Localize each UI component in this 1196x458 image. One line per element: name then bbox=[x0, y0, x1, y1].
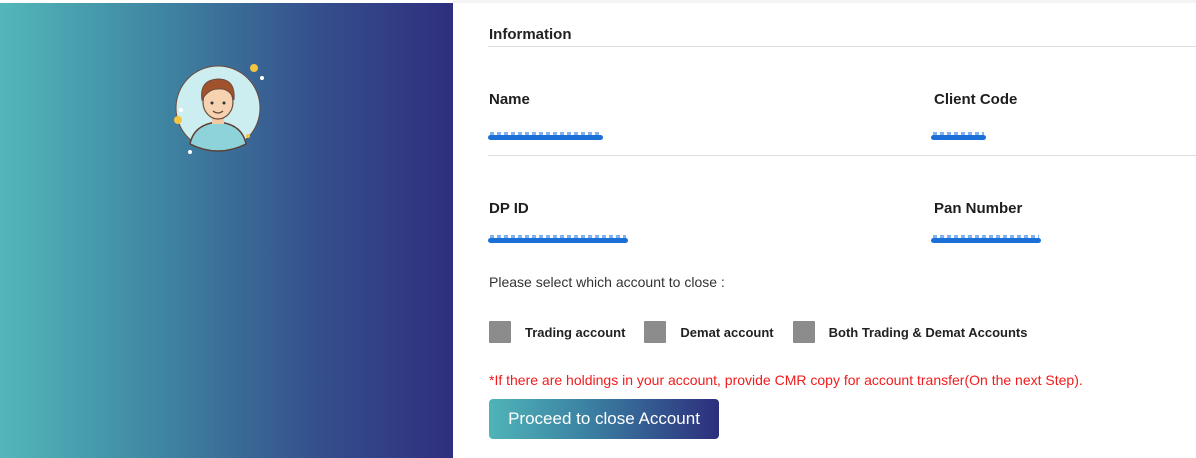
name-label: Name bbox=[489, 91, 530, 108]
client-code-value-redacted bbox=[931, 132, 986, 140]
both-accounts-label: Both Trading & Demat Accounts bbox=[828, 324, 1028, 340]
trading-account-checkbox[interactable] bbox=[489, 321, 511, 343]
user-avatar-icon bbox=[174, 64, 264, 154]
pan-number-value-redacted bbox=[931, 235, 1041, 243]
name-value-redacted bbox=[488, 132, 603, 140]
cmr-warning: *If there are holdings in your account, … bbox=[489, 372, 1083, 388]
profile-sidebar bbox=[0, 3, 453, 458]
information-panel: Information Name Client Code DP ID Pan N… bbox=[488, 0, 1196, 458]
dp-id-label: DP ID bbox=[489, 200, 529, 217]
trading-account-label: Trading account bbox=[525, 324, 626, 340]
section-divider bbox=[488, 46, 1196, 47]
section-title: Information bbox=[489, 26, 572, 43]
proceed-close-account-button[interactable]: Proceed to close Account bbox=[489, 399, 719, 439]
demat-account-label: Demat account bbox=[680, 324, 774, 340]
dp-id-value-redacted bbox=[488, 235, 628, 243]
avatar bbox=[168, 58, 268, 158]
pan-number-label: Pan Number bbox=[934, 200, 1023, 217]
option-demat-account[interactable]: Demat account bbox=[644, 321, 792, 343]
both-accounts-checkbox[interactable] bbox=[792, 321, 815, 343]
client-code-label: Client Code bbox=[934, 91, 1018, 108]
field-divider bbox=[488, 155, 1196, 156]
demat-account-checkbox[interactable] bbox=[644, 321, 667, 343]
account-options: Trading account Demat account Both Tradi… bbox=[489, 320, 1046, 344]
option-trading-account[interactable]: Trading account bbox=[489, 321, 644, 343]
account-select-prompt: Please select which account to close : bbox=[489, 274, 725, 290]
option-both-accounts[interactable]: Both Trading & Demat Accounts bbox=[792, 321, 1047, 343]
